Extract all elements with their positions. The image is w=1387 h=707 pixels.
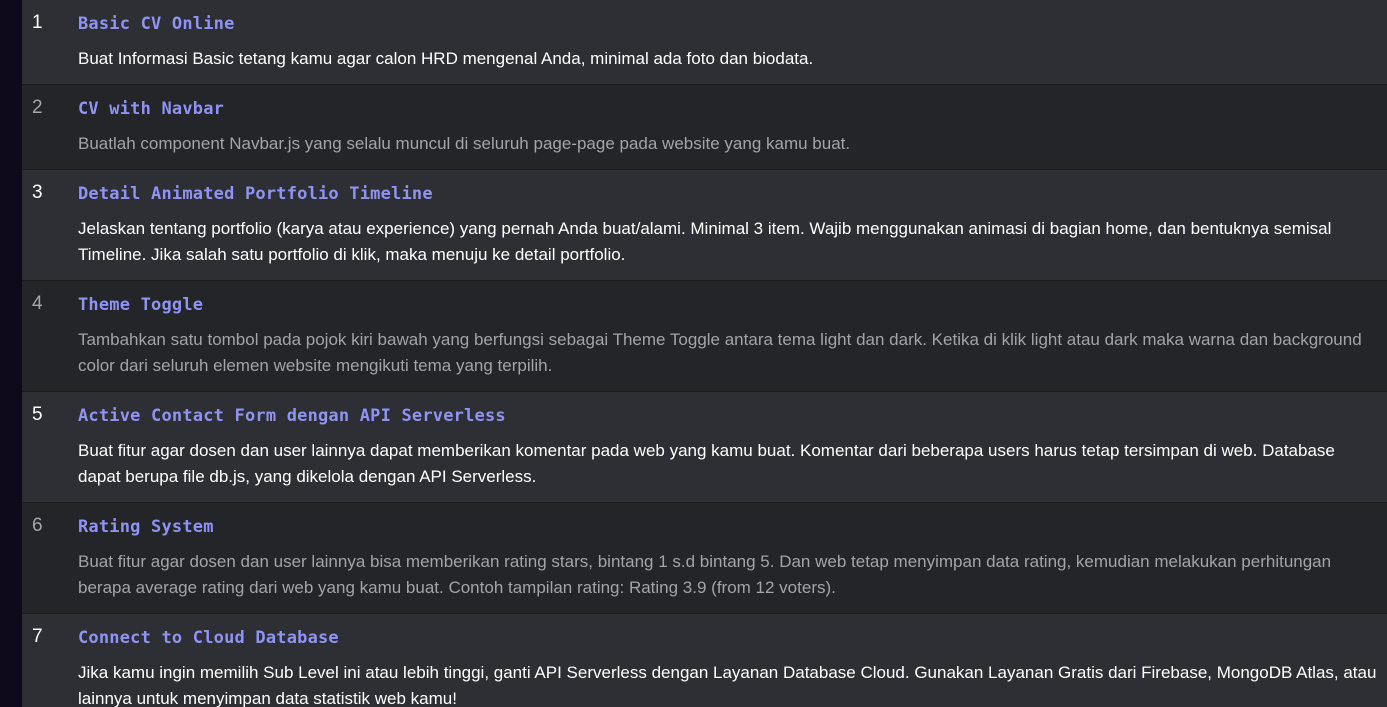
level-number: 7 <box>32 626 43 647</box>
level-number: 5 <box>32 404 43 425</box>
level-number: 3 <box>32 182 43 203</box>
level-description: Buatlah component Navbar.js yang selalu … <box>78 134 851 153</box>
level-row-3: 3 Detail Animated Portfolio Timeline Jel… <box>22 170 1387 281</box>
level-title: Active Contact Form dengan API Serverles… <box>78 406 506 426</box>
left-edge-strip <box>0 0 22 707</box>
level-description: Buat Informasi Basic tetang kamu agar ca… <box>78 49 814 68</box>
level-description: Jelaskan tentang portfolio (karya atau e… <box>78 219 1332 264</box>
level-row-4: 4 Theme Toggle Tambahkan satu tombol pad… <box>22 281 1387 392</box>
level-row-2: 2 CV with Navbar Buatlah component Navba… <box>22 85 1387 170</box>
level-list: 1 Basic CV Online Buat Informasi Basic t… <box>22 0 1387 707</box>
level-number: 6 <box>32 515 43 536</box>
level-description: Tambahkan satu tombol pada pojok kiri ba… <box>78 330 1362 375</box>
level-title: Basic CV Online <box>78 14 235 34</box>
level-title: Detail Animated Portfolio Timeline <box>78 184 433 204</box>
level-title: Connect to Cloud Database <box>78 628 339 648</box>
level-number: 4 <box>32 293 43 314</box>
level-row-1: 1 Basic CV Online Buat Informasi Basic t… <box>22 0 1387 85</box>
level-description: Buat fitur agar dosen dan user lainnya b… <box>78 552 1332 597</box>
level-row-5: 5 Active Contact Form dengan API Serverl… <box>22 392 1387 503</box>
level-number: 2 <box>32 97 43 118</box>
level-row-7: 7 Connect to Cloud Database Jika kamu in… <box>22 614 1387 707</box>
level-title: CV with Navbar <box>78 99 225 119</box>
level-row-6: 6 Rating System Buat fitur agar dosen da… <box>22 503 1387 614</box>
level-number: 1 <box>32 12 43 33</box>
level-title: Rating System <box>78 517 214 537</box>
page: 1 Basic CV Online Buat Informasi Basic t… <box>0 0 1387 707</box>
level-description: Jika kamu ingin memilih Sub Level ini at… <box>78 663 1377 707</box>
level-description: Buat fitur agar dosen dan user lainnya d… <box>78 441 1335 486</box>
level-title: Theme Toggle <box>78 295 204 315</box>
